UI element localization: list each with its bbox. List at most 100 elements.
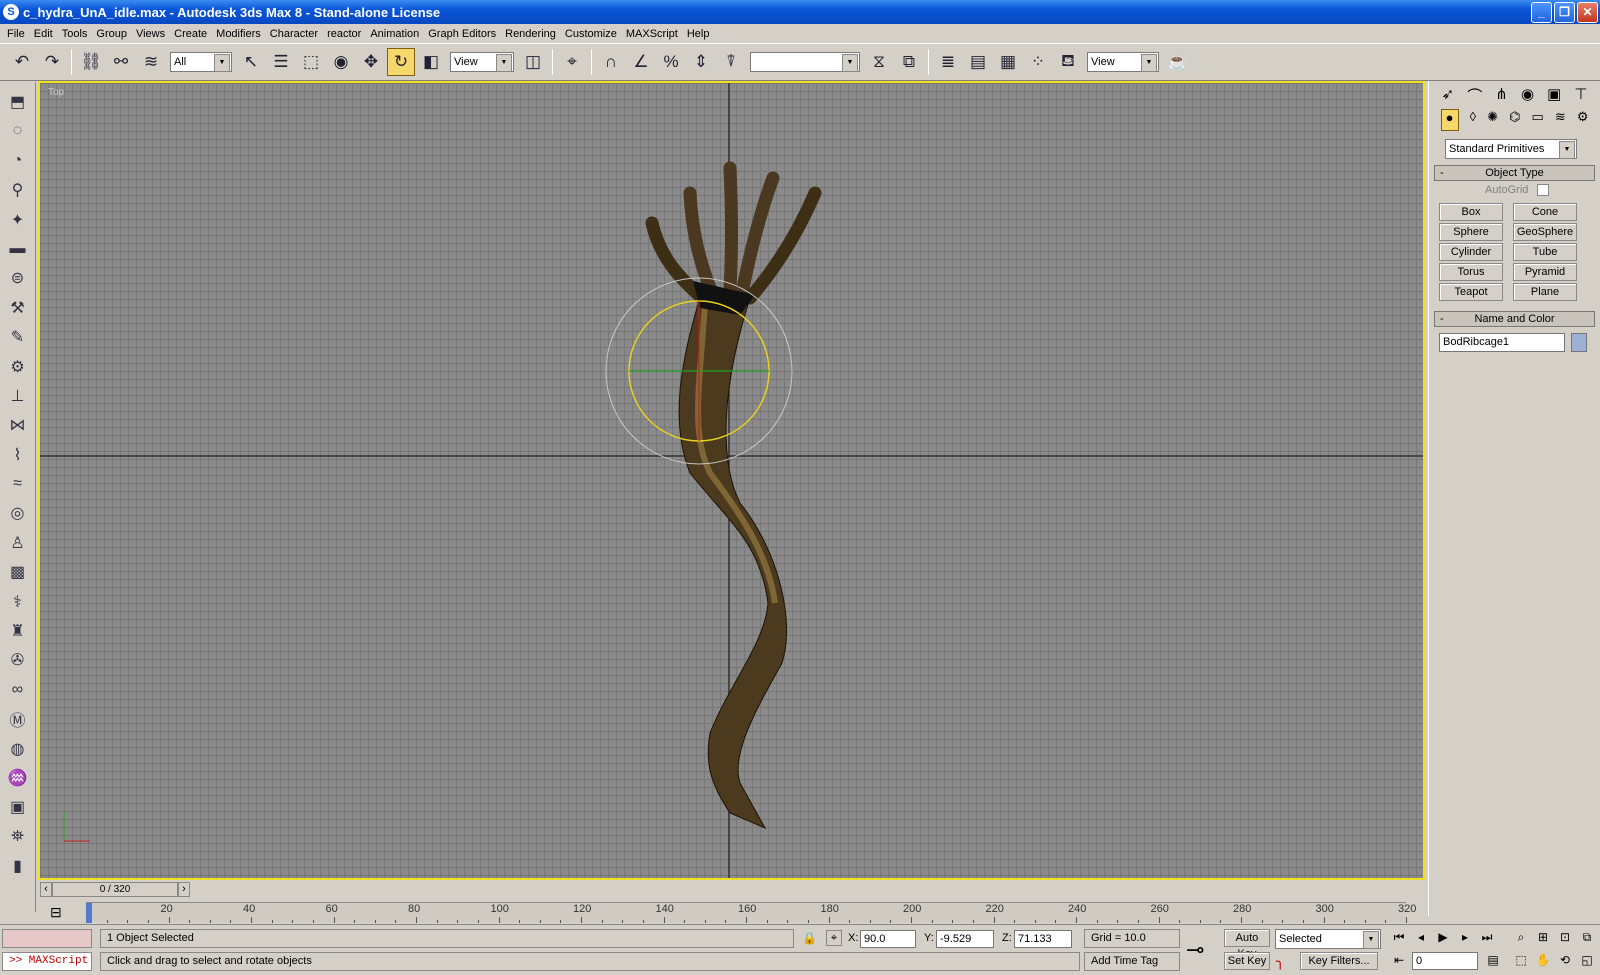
redo-icon[interactable]: ↷ xyxy=(38,48,66,76)
ik-icon[interactable]: ⊥ xyxy=(4,382,32,410)
current-frame-input[interactable]: 0 xyxy=(1412,952,1478,970)
window-crossing-icon[interactable]: ◉ xyxy=(327,48,355,76)
close-icon[interactable]: ✕ xyxy=(1577,2,1598,23)
menu-help[interactable]: Help xyxy=(684,28,716,40)
percent-snap-icon[interactable]: % xyxy=(657,48,685,76)
menu-file[interactable]: File xyxy=(4,28,31,40)
y-coordinate-input[interactable]: -9.529 xyxy=(936,930,994,948)
chevron-left-icon[interactable]: ‹ xyxy=(40,882,52,897)
key-mode-dropdown[interactable]: Selected xyxy=(1275,929,1381,949)
tool-icon[interactable]: ⚕ xyxy=(4,588,32,616)
create-tab-icon[interactable]: ➶ xyxy=(1442,85,1455,103)
align-icon[interactable]: ⧉ xyxy=(895,48,923,76)
name-and-color-rollout[interactable]: - Name and Color xyxy=(1434,311,1595,327)
render-scene-icon[interactable]: ⛾ xyxy=(1054,48,1082,76)
geosphere-button[interactable]: GeoSphere xyxy=(1513,223,1577,241)
time-configuration-icon[interactable]: ▤ xyxy=(1482,950,1504,970)
helpers-icon[interactable]: ▭ xyxy=(1531,109,1543,131)
select-and-link-icon[interactable]: ⛓ xyxy=(77,48,105,76)
hammer-icon[interactable]: ⚒ xyxy=(4,294,32,322)
brush-icon[interactable]: ♒ xyxy=(4,764,32,792)
current-frame-marker[interactable] xyxy=(86,903,92,923)
angle-snap-icon[interactable]: ∠ xyxy=(627,48,655,76)
figure-icon[interactable]: ♜ xyxy=(4,617,32,645)
reference-coordinate-dropdown[interactable]: View xyxy=(450,52,514,72)
curve-editor-icon[interactable]: ▤ xyxy=(964,48,992,76)
fish-icon[interactable]: ⋈ xyxy=(4,411,32,439)
layer-manager-icon[interactable]: ≣ xyxy=(934,48,962,76)
wrench-icon[interactable]: ✎ xyxy=(4,323,32,351)
set-key-icon[interactable]: ⊸ xyxy=(1186,937,1204,963)
stack-icon[interactable]: ⊜ xyxy=(4,264,32,292)
select-object-icon[interactable]: ↖ xyxy=(237,48,265,76)
key-filters-button[interactable]: Key Filters... xyxy=(1300,952,1378,970)
menu-edit[interactable]: Edit xyxy=(31,28,59,40)
time-slider[interactable]: 0 / 320 xyxy=(52,882,178,897)
key-tangent-icon[interactable]: ╮ xyxy=(1276,953,1284,970)
display-tab-icon[interactable]: ▣ xyxy=(1547,85,1561,103)
biped-icon[interactable]: ♙ xyxy=(4,529,32,557)
systems-icon[interactable]: ⚙ xyxy=(1577,109,1589,131)
cloth-icon[interactable]: ▩ xyxy=(4,558,32,586)
cameras-icon[interactable]: ▬ xyxy=(4,235,32,263)
lights-icon[interactable]: ⚲ xyxy=(4,176,32,204)
maxscript-listener-top[interactable] xyxy=(2,929,92,948)
menu-maxscript[interactable]: MAXScript xyxy=(623,28,684,40)
globe-icon[interactable]: ◍ xyxy=(4,735,32,763)
cylinder-button[interactable]: Cylinder xyxy=(1439,243,1503,261)
menu-tools[interactable]: Tools xyxy=(59,28,94,40)
schematic-view-icon[interactable]: ▦ xyxy=(994,48,1022,76)
rectangular-selection-icon[interactable]: ⬚ xyxy=(297,48,325,76)
selection-filter-dropdown[interactable]: All xyxy=(170,52,232,72)
menu-rendering[interactable]: Rendering xyxy=(502,28,562,40)
sphere-icon[interactable]: ◔ xyxy=(4,147,32,175)
shapes-icon[interactable]: ◌ xyxy=(4,117,32,145)
zoom-extents-icon[interactable]: ⊡ xyxy=(1554,927,1576,947)
spiral-icon[interactable]: ◎ xyxy=(4,499,32,527)
render-view-dropdown[interactable]: View xyxy=(1087,52,1159,72)
menu-character[interactable]: Character xyxy=(267,28,324,40)
camera-icon[interactable]: ▮ xyxy=(4,852,32,880)
select-and-rotate-icon[interactable]: ↻ xyxy=(387,48,415,76)
wave-icon[interactable]: ≈ xyxy=(4,470,32,498)
shapes-icon[interactable]: ◊ xyxy=(1470,109,1476,131)
set-key-button[interactable]: Set Key xyxy=(1224,952,1270,970)
space-warps-icon[interactable]: ≋ xyxy=(1555,109,1566,131)
chevron-right-icon[interactable]: › xyxy=(178,882,190,897)
menu-reactor[interactable]: reactor xyxy=(324,28,367,40)
arc-rotate-icon[interactable]: ⟲ xyxy=(1554,950,1576,970)
go-to-start-icon[interactable]: ⏮ xyxy=(1388,927,1410,947)
menu-create[interactable]: Create xyxy=(171,28,213,40)
mirror-icon[interactable]: ⧖ xyxy=(865,48,893,76)
pan-icon[interactable]: ✋ xyxy=(1532,950,1554,970)
object-name-input[interactable]: BodRibcage1 xyxy=(1439,333,1565,352)
snaps-toggle-icon[interactable]: ∩ xyxy=(597,48,625,76)
unlink-icon[interactable]: ⚯ xyxy=(107,48,135,76)
auto-key-button[interactable]: Auto Key xyxy=(1224,929,1270,960)
undo-icon[interactable]: ↶ xyxy=(8,48,36,76)
go-to-end-icon[interactable]: ⏭ xyxy=(1476,927,1498,947)
menu-graph-editors[interactable]: Graph Editors xyxy=(425,28,502,40)
select-and-scale-icon[interactable]: ◧ xyxy=(417,48,445,76)
bind-space-warp-icon[interactable]: ≋ xyxy=(137,48,165,76)
trackbar-menu-icon[interactable]: ⊟ xyxy=(50,904,62,921)
pyramid-button[interactable]: Pyramid xyxy=(1513,263,1577,281)
absolute-mode-icon[interactable]: ⌖ xyxy=(826,930,842,946)
select-and-manipulate-icon[interactable]: ⌖ xyxy=(558,48,586,76)
viewport-top[interactable]: Top xyxy=(38,81,1425,880)
tube-button[interactable]: Tube xyxy=(1513,243,1577,261)
menu-animation[interactable]: Animation xyxy=(367,28,425,40)
z-coordinate-input[interactable]: 71.133 xyxy=(1014,930,1072,948)
select-by-name-icon[interactable]: ☰ xyxy=(267,48,295,76)
maximize-viewport-icon[interactable]: ◱ xyxy=(1576,950,1598,970)
teapot-button[interactable]: Teapot xyxy=(1439,283,1503,301)
link-icon[interactable]: ∞ xyxy=(4,676,32,704)
panel-icon[interactable]: ▣ xyxy=(4,793,32,821)
mental-ray-icon[interactable]: Ⓜ xyxy=(4,705,32,733)
category-dropdown[interactable]: Standard Primitives xyxy=(1445,139,1577,159)
sphere-button[interactable]: Sphere xyxy=(1439,223,1503,241)
key-mode-toggle-icon[interactable]: ⇤ xyxy=(1388,950,1410,970)
zoom-all-icon[interactable]: ⊞ xyxy=(1532,927,1554,947)
hierarchy-tab-icon[interactable]: ⋔ xyxy=(1495,85,1508,103)
menu-modifiers[interactable]: Modifiers xyxy=(213,28,267,40)
